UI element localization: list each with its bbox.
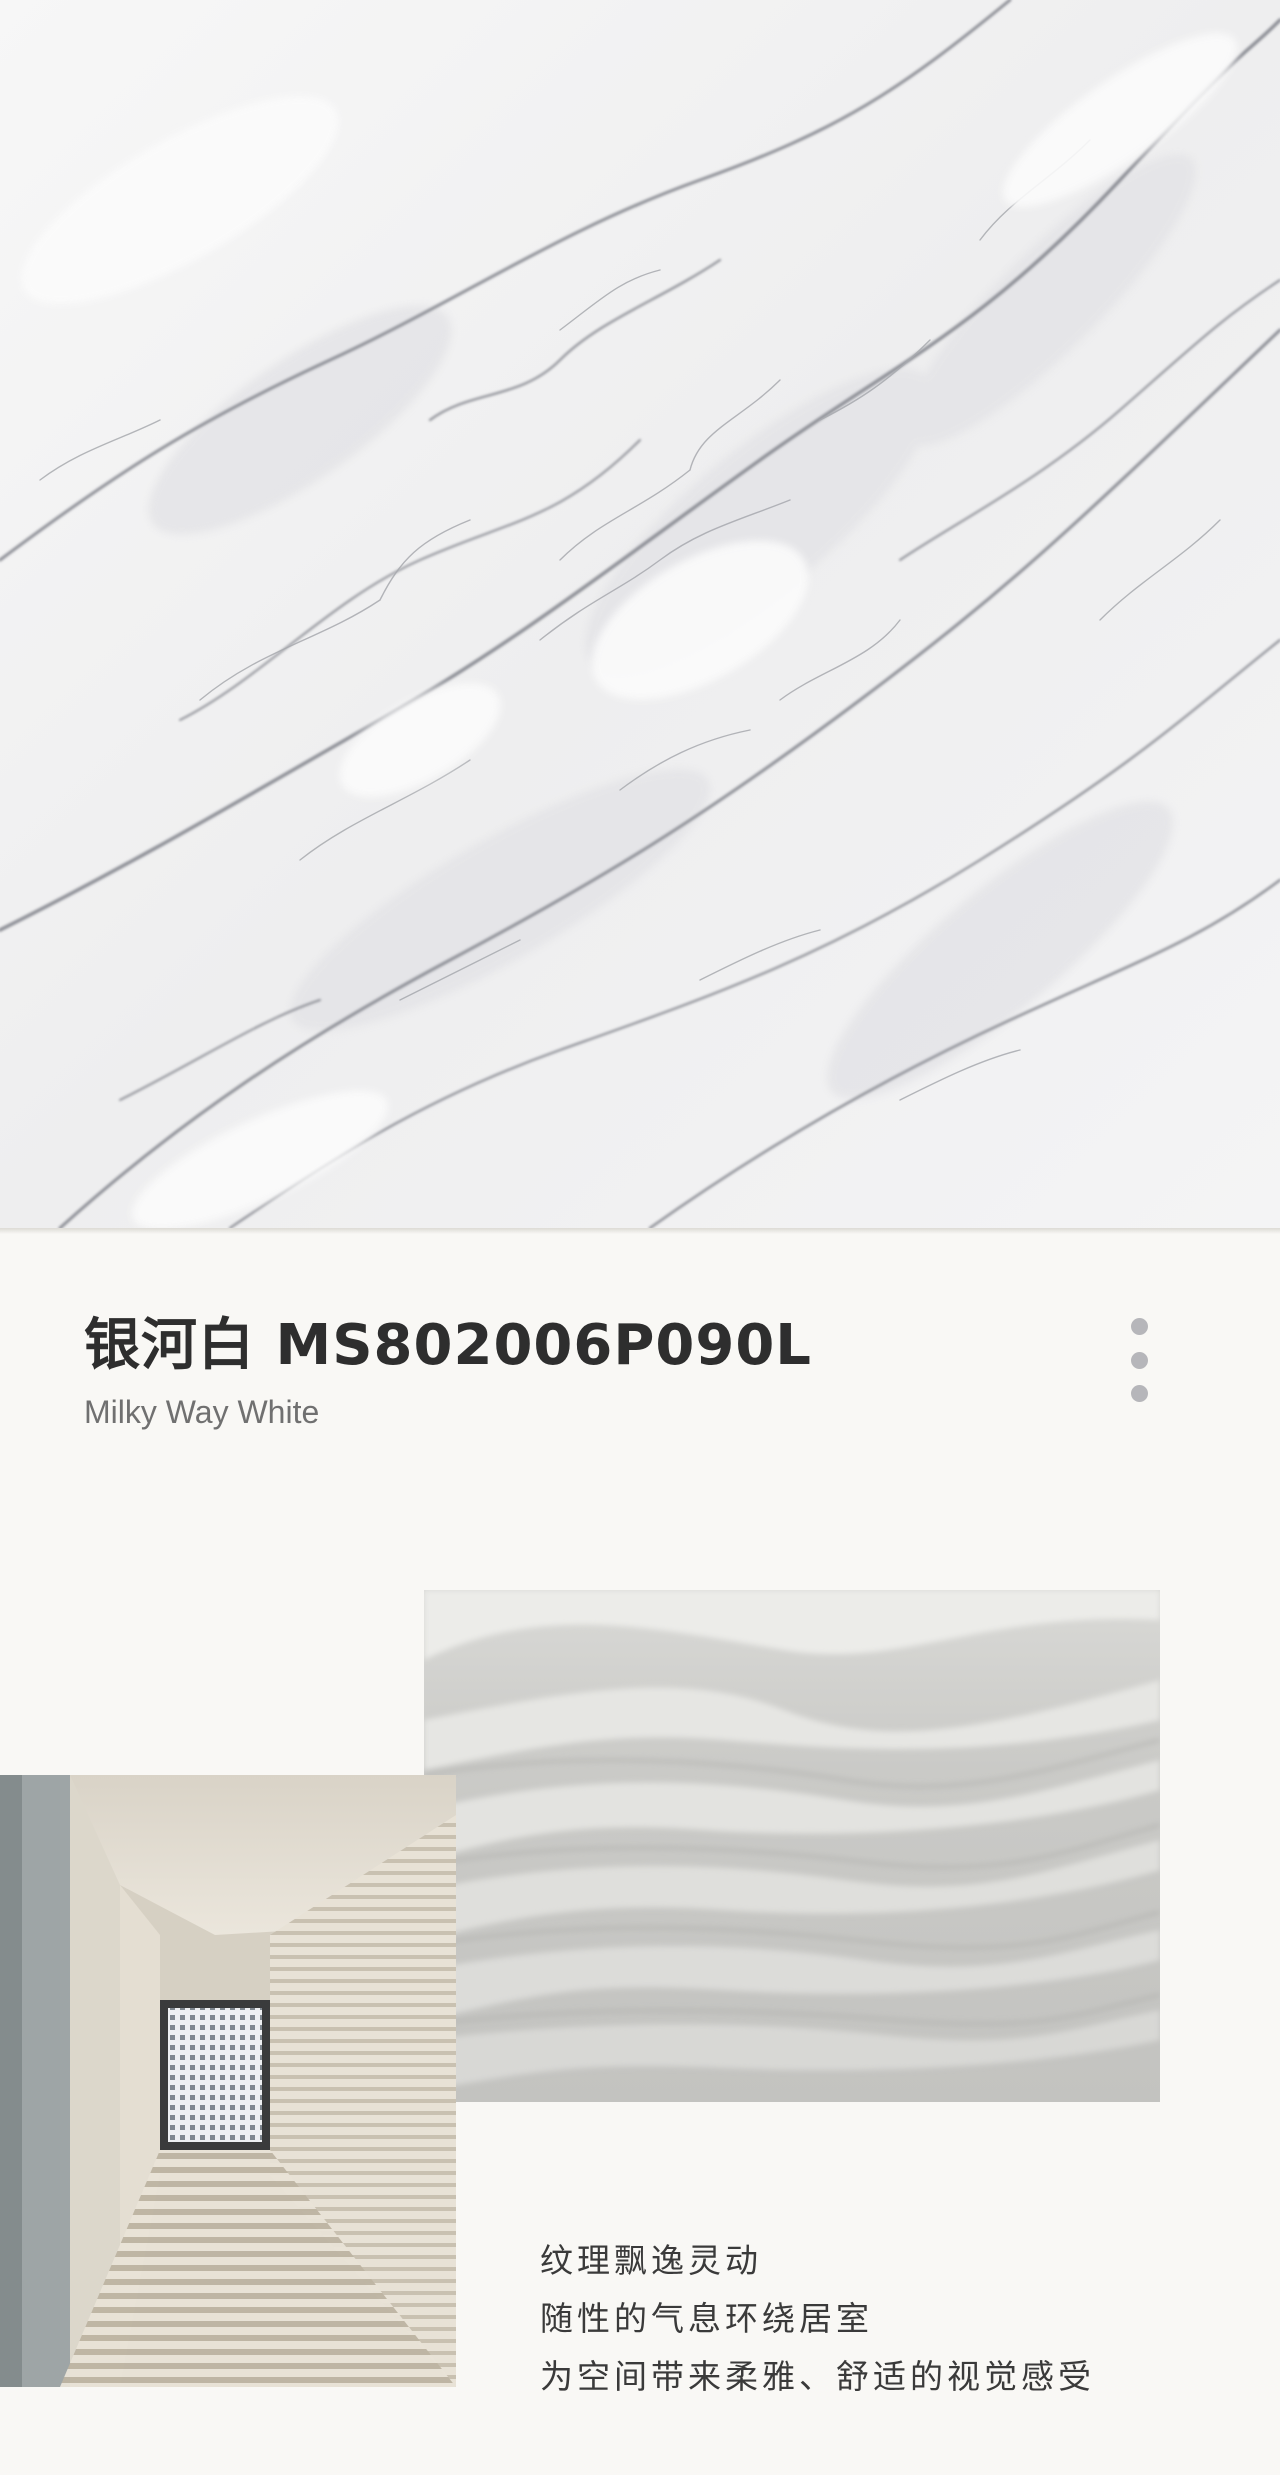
caption-line: 纹理飘逸灵动 (540, 2241, 762, 2280)
product-description: 纹理飘逸灵动 随性的气息环绕居室 为空间带来柔雅、舒适的视觉感受 (540, 2232, 1095, 2406)
menu-dot (1130, 1318, 1148, 1335)
product-title: 银河白 MS802006P090L (84, 1313, 812, 1378)
corridor-image (0, 1775, 456, 2387)
product-subtitle: Milky Way White (84, 1394, 320, 1430)
menu-dot (1130, 1385, 1148, 1402)
more-vertical-icon[interactable] (1124, 1318, 1154, 1402)
menu-dot (1130, 1351, 1148, 1369)
marble-texture-image (0, 0, 1280, 1228)
caption-line: 为空间带来柔雅、舒适的视觉感受 (540, 2357, 1095, 2396)
sand-dunes-image (424, 1590, 1160, 2102)
caption-line: 随性的气息环绕居室 (540, 2299, 873, 2338)
hero-divider (0, 1228, 1280, 1234)
